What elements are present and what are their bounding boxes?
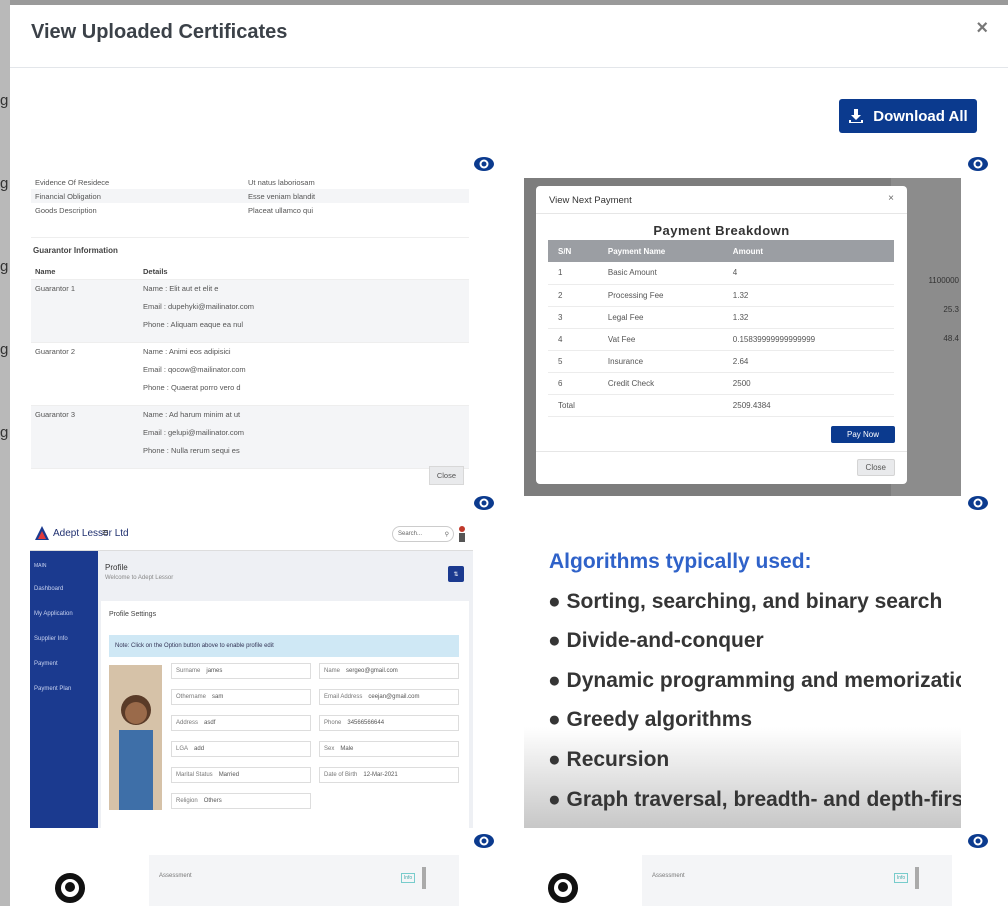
- form-field: Date of Birth 12-Mar-2021: [319, 767, 459, 783]
- backdrop-text: g: [0, 341, 9, 358]
- user-icon: [459, 526, 465, 542]
- form-field: Phone 34566566644: [319, 715, 459, 731]
- form-field: Religion Others: [171, 793, 311, 809]
- eye-icon[interactable]: [967, 156, 989, 172]
- sidebar-item: Dashboard: [34, 586, 64, 592]
- certificates-modal: View Uploaded Certificates × Download Al…: [10, 5, 1008, 906]
- guarantor-row: Guarantor 1 Name : Elit aut et elit e Emai…: [31, 280, 469, 343]
- table-row: 6 Credit Check 2500: [548, 372, 894, 395]
- certificate-thumbnail-3: Adept Lessor Ltd ≡ Search... ⚲ MAIN Dashb…: [30, 517, 473, 828]
- profile-photo: [109, 665, 162, 810]
- slide-bullet: ● Dynamic programming and memorization: [548, 669, 961, 692]
- download-all-button[interactable]: Download All: [839, 99, 977, 133]
- detail-row: Evidence Of Residece Ut natus laboriosam: [35, 177, 315, 187]
- scrollbar: [422, 867, 426, 889]
- status-badge: Info: [401, 873, 415, 883]
- table-row: 3 Legal Fee 1.32: [548, 306, 894, 329]
- eye-icon[interactable]: [967, 495, 989, 511]
- slide-bullet: ● Divide-and-conquer: [548, 629, 764, 652]
- app-main: Profile Welcome to Adept Lessor ⇅ Profil…: [98, 551, 473, 828]
- certificate-thumbnail-1: Evidence Of Residece Ut natus laboriosam …: [31, 175, 469, 493]
- certificate-thumbnail-6: Assessment Info: [524, 855, 952, 906]
- breakdown-title: Payment Breakdown: [653, 223, 790, 238]
- backdrop-page: g g g g g: [0, 0, 10, 906]
- logo-icon: [55, 873, 85, 903]
- eye-icon[interactable]: [473, 156, 495, 172]
- close-icon[interactable]: ×: [976, 17, 988, 40]
- guarantor-row: Guarantor 3 Name : Ad harum minim at ut Em…: [31, 406, 469, 469]
- section-heading: Guarantor Information: [31, 237, 469, 255]
- modal-header: View Uploaded Certificates ×: [10, 5, 1008, 68]
- options-button: ⇅: [448, 566, 464, 582]
- pay-now-button: Pay Now: [831, 426, 895, 443]
- slide-bullet: ● Greedy algorithms: [548, 708, 753, 731]
- certificate-thumbnail-5: Assessment Info: [31, 855, 459, 906]
- page-title: Profile: [105, 563, 128, 572]
- guarantor-header: Name Details: [31, 267, 469, 280]
- logo-icon: [35, 526, 49, 540]
- thumbnail-close-button: Close: [428, 466, 464, 485]
- eye-icon[interactable]: [473, 495, 495, 511]
- brand-logo: Adept Lessor Ltd: [34, 525, 129, 541]
- table-row: 5 Insurance 2.64: [548, 350, 894, 373]
- eye-icon[interactable]: [967, 833, 989, 849]
- table-row: 1 Basic Amount 4: [548, 262, 894, 285]
- slide-bullet: ● Recursion: [548, 748, 670, 771]
- form-field: Sex Male: [319, 741, 459, 757]
- page-subtitle: Welcome to Adept Lessor: [105, 575, 174, 581]
- backdrop-text: g: [0, 175, 9, 192]
- slide-bullet: ● Graph traversal, breadth- and depth-fi…: [548, 788, 961, 811]
- menu-icon: ≡: [102, 527, 109, 539]
- slide-title: Algorithms typically used:: [549, 550, 812, 573]
- form-field: Othername sam: [171, 689, 311, 705]
- payment-modal-title: View Next Payment: [549, 195, 632, 206]
- table-row: 4 Vat Fee 0.15839999999999999: [548, 328, 894, 351]
- table-row: 2 Processing Fee 1.32: [548, 284, 894, 307]
- detail-row: Financial Obligation Esse veniam blandit: [31, 189, 469, 203]
- sidebar-item: My Application: [34, 611, 73, 617]
- form-field: Address asdf: [171, 715, 311, 731]
- total-row: Total 2509.4384: [548, 394, 894, 417]
- payment-modal: View Next Payment × Payment Breakdown S/…: [536, 186, 907, 484]
- status-badge: Info: [894, 873, 908, 883]
- download-icon: [849, 109, 864, 123]
- backdrop-text: g: [0, 258, 9, 275]
- backdrop-text: g: [0, 424, 9, 441]
- form-field: Email Address ceejan@gmail.com: [319, 689, 459, 705]
- form-field: Marital Status Married: [171, 767, 311, 783]
- payment-table: S/N Payment Name Amount 1 Basic Amount 4 2…: [548, 240, 894, 417]
- payment-close-button: Close: [856, 459, 895, 476]
- form-field: Name sergeo@gmail.com: [319, 663, 459, 679]
- search-icon: ⚲: [444, 531, 449, 538]
- detail-row: Goods Description Placeat ullamco qui: [35, 205, 314, 215]
- app-topbar: Adept Lessor Ltd ≡ Search... ⚲: [30, 517, 473, 551]
- sidebar-item: Payment Plan: [34, 686, 72, 692]
- close-icon: ×: [888, 193, 894, 204]
- app-sidebar: MAIN Dashboard My Application Supplier I…: [30, 551, 98, 828]
- sidebar-item: Payment: [34, 661, 58, 667]
- download-all-label: Download All: [873, 107, 968, 125]
- guarantor-row: Guarantor 2 Name : Animi eos adipisici Ema…: [31, 343, 469, 406]
- profile-card: Profile Settings Note: Click on the Opti…: [101, 601, 469, 828]
- eye-icon[interactable]: [473, 833, 495, 849]
- logo-icon: [548, 873, 578, 903]
- search-input: Search... ⚲: [392, 526, 454, 542]
- modal-title: View Uploaded Certificates: [31, 21, 288, 43]
- certificate-thumbnail-2: 1100000 25.3 48.4 View Next Payment × Pa…: [524, 178, 961, 496]
- info-note: Note: Click on the Option button above t…: [109, 635, 459, 657]
- sidebar-item: Supplier Info: [34, 636, 68, 642]
- slide-bullet: ● Sorting, searching, and binary search: [548, 590, 943, 613]
- backdrop-text: g: [0, 92, 9, 109]
- form-field: LGA add: [171, 741, 311, 757]
- scrollbar: [915, 867, 919, 889]
- certificate-thumbnail-4: Algorithms typically used: ● Sorting, se…: [524, 517, 961, 828]
- form-field: Surname james: [171, 663, 311, 679]
